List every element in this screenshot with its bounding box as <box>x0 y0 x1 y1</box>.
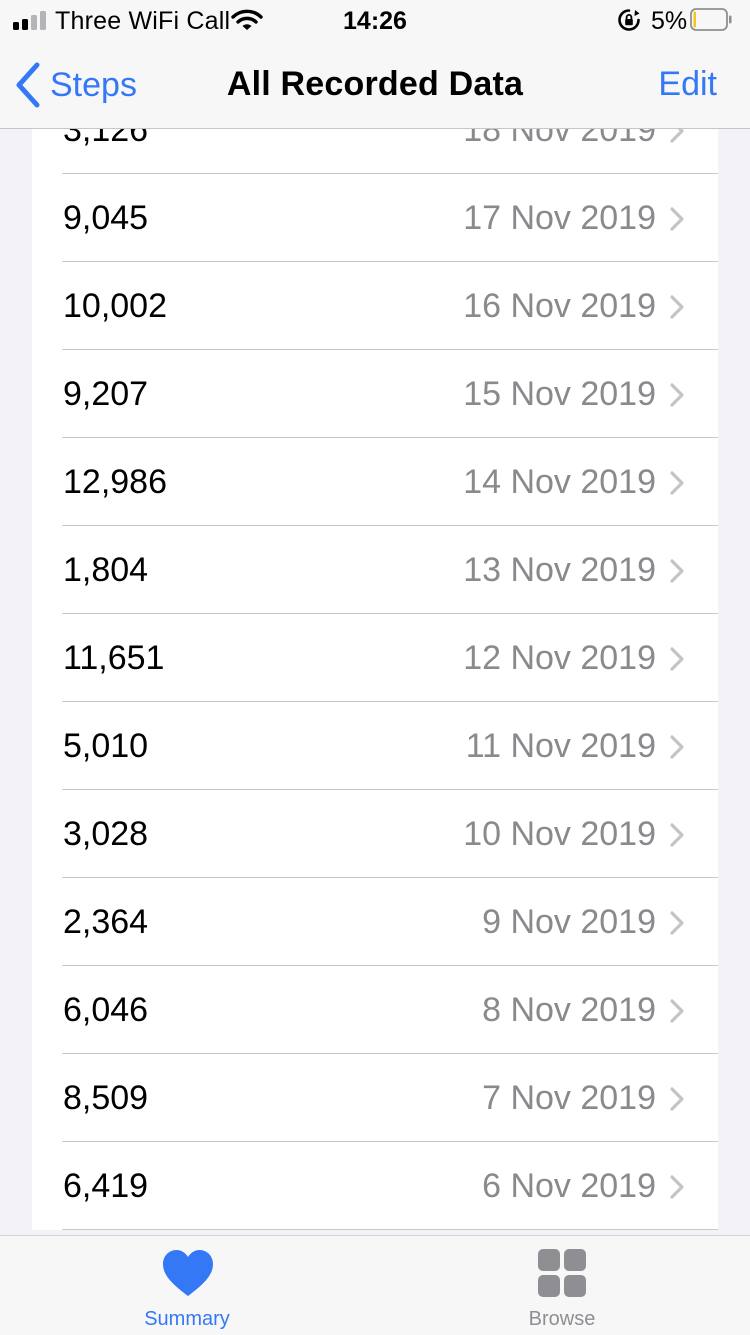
chevron-right-icon <box>670 647 684 671</box>
step-count: 3,126 <box>63 129 149 149</box>
list-item[interactable]: 9,045 17 Nov 2019 <box>32 174 718 262</box>
tab-browse[interactable]: Browse <box>462 1236 662 1335</box>
record-date: 16 Nov 2019 <box>463 287 656 325</box>
record-date: 9 Nov 2019 <box>482 903 656 941</box>
list-item[interactable]: 3,028 10 Nov 2019 <box>32 790 718 878</box>
list-item[interactable]: 6,419 6 Nov 2019 <box>32 1142 718 1230</box>
step-count: 11,651 <box>63 639 165 677</box>
chevron-right-icon <box>670 559 684 583</box>
record-date: 6 Nov 2019 <box>482 1167 656 1205</box>
tab-summary-label: Summary <box>144 1308 230 1330</box>
list-item[interactable]: 9,207 15 Nov 2019 <box>32 350 718 438</box>
chevron-right-icon <box>670 207 684 231</box>
record-date: 18 Nov 2019 <box>463 129 656 149</box>
recorded-data-list[interactable]: 3,126 18 Nov 2019 9,045 17 Nov 2019 10,0… <box>0 129 750 1235</box>
tab-browse-label: Browse <box>528 1308 596 1330</box>
step-count: 1,804 <box>63 551 149 589</box>
chevron-right-icon <box>670 1175 684 1199</box>
chevron-right-icon <box>670 911 684 935</box>
list-item[interactable]: 1,804 13 Nov 2019 <box>32 526 718 614</box>
chevron-right-icon <box>670 295 684 319</box>
step-count: 2,364 <box>63 903 149 941</box>
battery-percentage: 5% <box>651 7 688 35</box>
tab-summary[interactable]: Summary <box>87 1236 287 1335</box>
list-item[interactable]: 3,126 18 Nov 2019 <box>32 129 718 174</box>
page-title: All Recorded Data <box>226 65 524 103</box>
tab-bar: Summary Browse <box>0 1235 750 1335</box>
list-item[interactable]: 2,364 9 Nov 2019 <box>32 878 718 966</box>
list-item[interactable]: 10,002 16 Nov 2019 <box>32 262 718 350</box>
battery-icon <box>690 8 732 31</box>
list-item[interactable]: 5,010 11 Nov 2019 <box>32 702 718 790</box>
chevron-right-icon <box>670 823 684 847</box>
record-date: 11 Nov 2019 <box>465 727 656 765</box>
step-count: 10,002 <box>63 287 167 325</box>
rotation-lock-icon <box>618 9 640 31</box>
step-count: 8,509 <box>63 1079 149 1117</box>
step-count: 12,986 <box>63 463 167 501</box>
list-item[interactable]: 8,509 7 Nov 2019 <box>32 1054 718 1142</box>
chevron-right-icon <box>670 735 684 759</box>
chevron-right-icon <box>670 1087 684 1111</box>
list-item[interactable]: 11,651 12 Nov 2019 <box>32 614 718 702</box>
grid-icon <box>538 1249 586 1297</box>
list-item[interactable]: 6,046 8 Nov 2019 <box>32 966 718 1054</box>
edit-button[interactable]: Edit <box>658 64 717 104</box>
record-date: 14 Nov 2019 <box>463 463 656 501</box>
step-count: 9,207 <box>63 375 149 413</box>
record-date: 7 Nov 2019 <box>482 1079 656 1117</box>
step-count: 9,045 <box>63 199 149 237</box>
navigation-bar: Steps All Recorded Data Edit <box>0 40 750 129</box>
status-bar: Three WiFi Call 14:26 5% <box>0 0 750 40</box>
list-item[interactable]: 12,986 14 Nov 2019 <box>32 438 718 526</box>
chevron-right-icon <box>670 999 684 1023</box>
chevron-right-icon <box>670 471 684 495</box>
chevron-right-icon <box>670 383 684 407</box>
record-date: 13 Nov 2019 <box>463 551 656 589</box>
heart-icon <box>163 1250 213 1296</box>
record-date: 15 Nov 2019 <box>463 375 656 413</box>
chevron-right-icon <box>670 129 684 143</box>
record-date: 8 Nov 2019 <box>482 991 656 1029</box>
record-date: 12 Nov 2019 <box>463 639 656 677</box>
step-count: 6,046 <box>63 991 149 1029</box>
list-card: 3,126 18 Nov 2019 9,045 17 Nov 2019 10,0… <box>32 129 718 1230</box>
step-count: 3,028 <box>63 815 149 853</box>
record-date: 17 Nov 2019 <box>463 199 656 237</box>
step-count: 5,010 <box>63 727 149 765</box>
record-date: 10 Nov 2019 <box>463 815 656 853</box>
step-count: 6,419 <box>63 1167 149 1205</box>
